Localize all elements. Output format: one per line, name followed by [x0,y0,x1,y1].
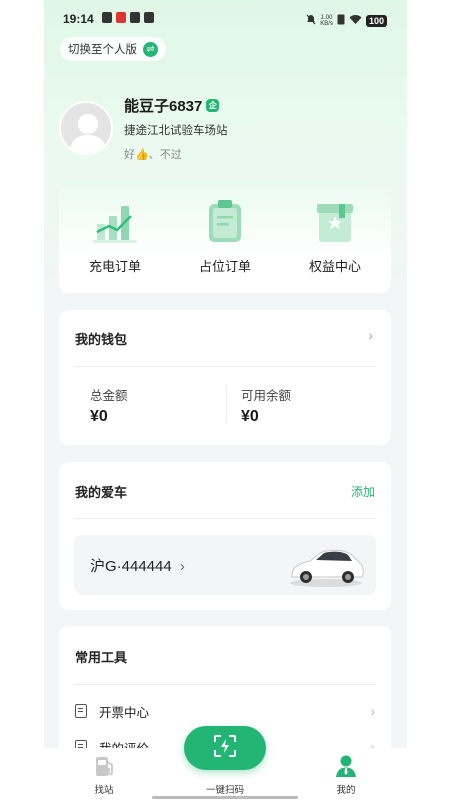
clipboard-icon [203,198,247,244]
network-speed: 1.00 KB/s [320,15,333,27]
total-amount-label: 总金额 [90,389,128,403]
license-plate: 沪G·444444 › [90,558,185,575]
status-right: 1.00 KB/s 100 [306,12,387,30]
enterprise-badge-icon: 企 [206,99,220,112]
one-click-scan-button[interactable] [184,726,266,770]
person-icon [335,754,357,778]
battery-indicator: 100 [365,15,387,27]
invoice-center-item[interactable]: 开票中心 › [75,701,375,721]
available-balance-label: 可用余额 [241,389,292,403]
car-item[interactable]: 沪G·444444 › [74,535,376,595]
status-bar: 19:14 1.00 KB/s 100 [44,0,407,38]
switch-version-button[interactable]: 切换至个人版 ⇌ [60,37,166,61]
usb-icon [144,12,154,23]
nav-find-station[interactable]: 找站 [74,754,134,796]
home-indicator [152,796,298,799]
nav-label: 我的 [336,785,356,796]
sim-card-icon [337,12,345,30]
occupancy-orders-button[interactable]: 占位订单 [175,198,275,275]
app-screen: 19:14 1.00 KB/s 100 切换至个人版 ⇌ 能豆子6837 企 捷… [44,0,407,800]
app-notification-icon [116,12,126,23]
nav-label: 找站 [94,785,114,796]
orders-card: 充电订单 占位订单 权益中心 [59,180,391,293]
user-tagline: 好👍、不过 [124,149,182,161]
notification-icons [102,12,154,23]
total-amount-value: ¥0 [90,408,108,425]
divider [226,385,227,423]
available-balance-value: ¥0 [241,408,259,425]
tool-label: 开票中心 [99,705,150,720]
swap-icon: ⇌ [143,41,158,57]
divider [74,684,376,685]
divider [74,518,376,519]
invoice-icon [75,704,87,718]
gift-box-icon [313,198,357,244]
wallet-card[interactable]: 我的钱包 › 总金额 ¥0 可用余额 ¥0 [59,310,391,445]
user-name-row: 能豆子6837 企 [124,95,220,116]
tools-title: 常用工具 [75,650,128,665]
my-car-card: 我的爱车 添加 沪G·444444 › [59,462,391,610]
sim-icon [102,12,112,23]
station-name: 捷途江北试验车场站 [124,125,228,137]
order-label: 占位订单 [198,259,251,274]
status-time: 19:14 [63,12,94,26]
order-label: 充电订单 [88,259,141,274]
app-notification-icon [130,12,140,23]
scan-label: 一键扫码 [205,785,244,796]
avatar[interactable] [59,101,113,155]
wallet-title: 我的钱包 [75,332,128,347]
scan-charge-icon [213,734,237,763]
chevron-right-icon: › [179,558,185,575]
order-label: 权益中心 [308,259,361,274]
add-car-link[interactable]: 添加 [351,483,375,500]
nav-mine[interactable]: 我的 [316,754,376,796]
mute-icon [306,12,316,30]
car-image [286,541,366,589]
benefits-center-button[interactable]: 权益中心 [285,198,385,275]
gas-pump-icon [93,754,115,778]
switch-version-label: 切换至个人版 [68,44,137,56]
chevron-right-icon: › [368,327,373,343]
wifi-icon [349,12,362,30]
my-car-title: 我的爱车 [75,485,128,500]
divider [74,366,376,367]
user-name: 能豆子6837 [124,98,203,115]
charging-orders-button[interactable]: 充电订单 [65,198,165,275]
chart-icon [93,198,137,244]
chevron-right-icon: › [370,703,375,719]
